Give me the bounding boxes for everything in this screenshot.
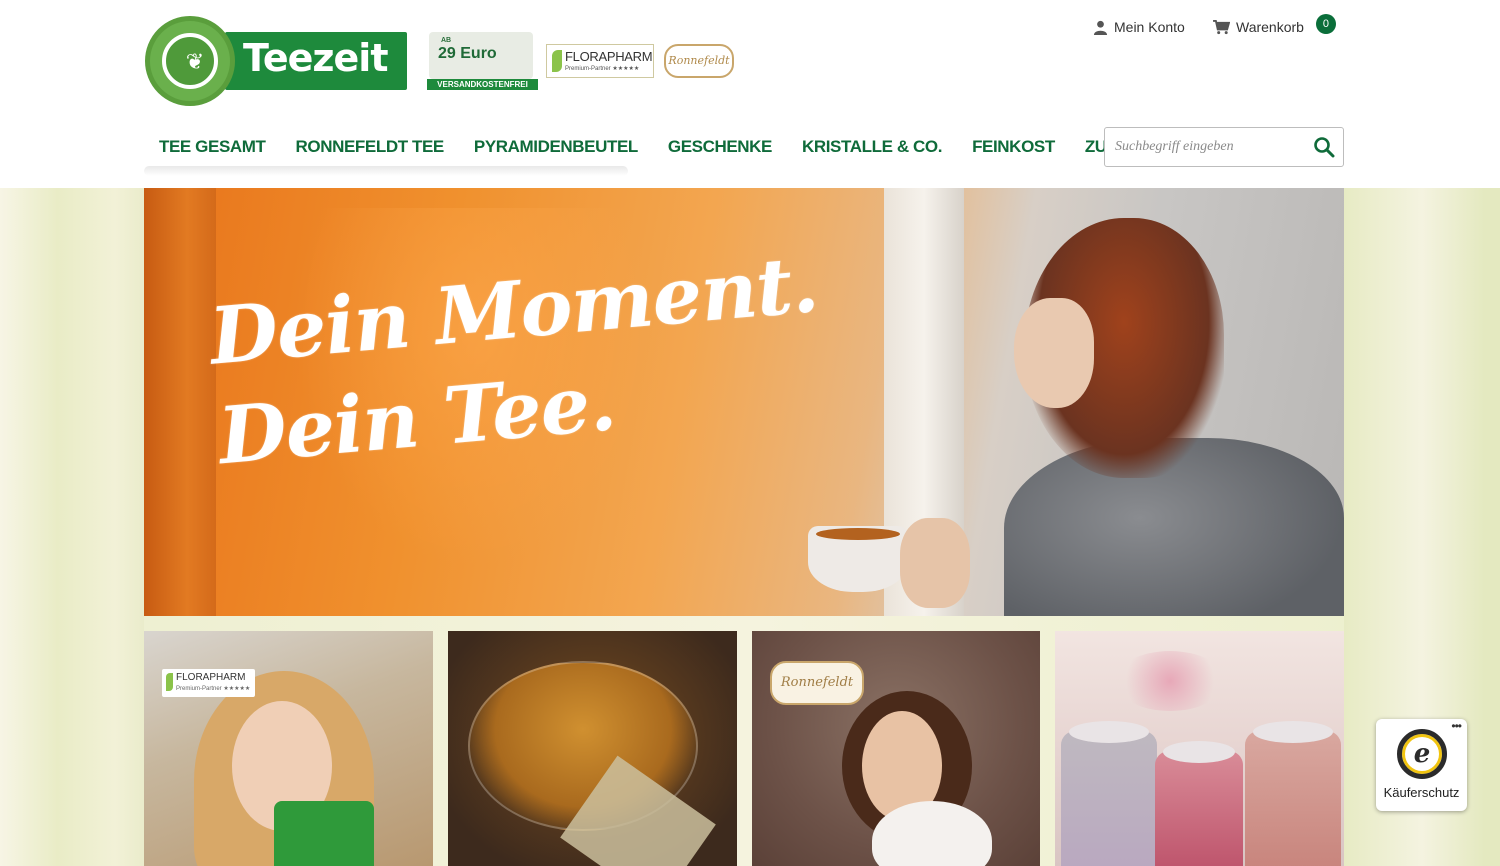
search-icon[interactable] bbox=[1313, 136, 1335, 158]
nav-item-ronnefeldt-tee[interactable]: RONNEFELDT TEE bbox=[281, 126, 459, 168]
teezeit-logo[interactable]: ❦ Teezeit bbox=[145, 16, 407, 106]
nav-item-feinkost[interactable]: FEINKOST bbox=[957, 126, 1070, 168]
tile-florapharm-badge: FLORAPHARM Premium-Partner ★★★★★ bbox=[162, 669, 255, 697]
tile-florapharm-name: FLORAPHARM bbox=[176, 672, 246, 683]
tile-ronnefeldt[interactable]: Ronnefeldt bbox=[752, 631, 1040, 866]
tile-candle-jar bbox=[1061, 721, 1157, 866]
account-label: Mein Konto bbox=[1114, 19, 1185, 35]
tile-florapharm[interactable]: FLORAPHARM Premium-Partner ★★★★★ bbox=[144, 631, 433, 866]
cart-count-badge: 0 bbox=[1315, 14, 1336, 34]
trusted-shops-widget[interactable]: ••• e Käuferschutz bbox=[1376, 719, 1467, 811]
cart-icon bbox=[1213, 19, 1230, 34]
ronnefeldt-badge[interactable]: Ronnefeldt bbox=[664, 44, 734, 78]
trusted-shops-seal-icon: e bbox=[1397, 729, 1447, 779]
more-icon[interactable]: ••• bbox=[1451, 719, 1462, 733]
hero-tea bbox=[816, 528, 900, 540]
tile-candle-jar bbox=[1155, 741, 1243, 866]
tile-candles[interactable] bbox=[1055, 631, 1344, 866]
nav-item-pyramidenbeutel[interactable]: PYRAMIDENBEUTEL bbox=[459, 126, 653, 168]
shipping-strip: VERSANDKOSTENFREI bbox=[427, 79, 538, 90]
hero-window-frame bbox=[144, 188, 216, 616]
nav-item-kristalle[interactable]: KRISTALLE & CO. bbox=[787, 126, 957, 168]
search-input[interactable] bbox=[1105, 128, 1305, 166]
account-link[interactable]: Mein Konto bbox=[1093, 17, 1185, 37]
logo-text: Teezeit bbox=[243, 36, 388, 80]
search-box bbox=[1104, 127, 1344, 167]
tile-green-mug bbox=[274, 801, 374, 866]
shipping-prefix: AB bbox=[441, 37, 452, 44]
florapharm-leaf-icon bbox=[166, 673, 173, 691]
trusted-shops-label: Käuferschutz bbox=[1383, 785, 1460, 800]
hero-banner[interactable]: Dein Moment. Dein Tee. bbox=[144, 188, 1344, 616]
tile-candle-jar bbox=[1245, 721, 1341, 866]
tile-florapharm-sub: Premium-Partner ★★★★★ bbox=[176, 686, 251, 692]
main-nav: TEE GESAMT RONNEFELDT TEE PYRAMIDENBEUTE… bbox=[144, 126, 1181, 168]
florapharm-name: FLORAPHARM bbox=[565, 49, 653, 64]
user-icon bbox=[1093, 20, 1108, 35]
truck-icon: AB 29 Euro bbox=[429, 32, 533, 79]
hero-woman-face bbox=[1014, 298, 1094, 408]
tile-pyramid-tea[interactable] bbox=[448, 631, 737, 866]
tile-ronnefeldt-badge: Ronnefeldt bbox=[770, 661, 864, 705]
florapharm-sub: Premium-Partner ★★★★★ bbox=[565, 66, 640, 72]
logo-circle: ❦ bbox=[145, 16, 235, 106]
site-header: ❦ Teezeit AB 29 Euro VERSANDKOSTENFREI F… bbox=[0, 0, 1500, 188]
cart-label: Warenkorb bbox=[1236, 19, 1304, 35]
cart-link[interactable]: Warenkorb 0 bbox=[1213, 14, 1336, 37]
florapharm-leaf-icon bbox=[552, 50, 562, 72]
free-shipping-badge[interactable]: AB 29 Euro VERSANDKOSTENFREI bbox=[427, 32, 538, 90]
hero-hand bbox=[900, 518, 970, 608]
nav-hover-shadow bbox=[144, 166, 628, 176]
logo-leaf-icon: ❦ bbox=[162, 33, 218, 89]
background-curtain-left bbox=[0, 188, 144, 866]
tile-flowers bbox=[1115, 651, 1225, 711]
shipping-amount: 29 Euro bbox=[438, 45, 497, 62]
florapharm-badge[interactable]: FLORAPHARM Premium-Partner ★★★★★ bbox=[546, 44, 654, 78]
nav-item-tee-gesamt[interactable]: TEE GESAMT bbox=[144, 126, 281, 168]
nav-item-geschenke[interactable]: GESCHENKE bbox=[653, 126, 787, 168]
